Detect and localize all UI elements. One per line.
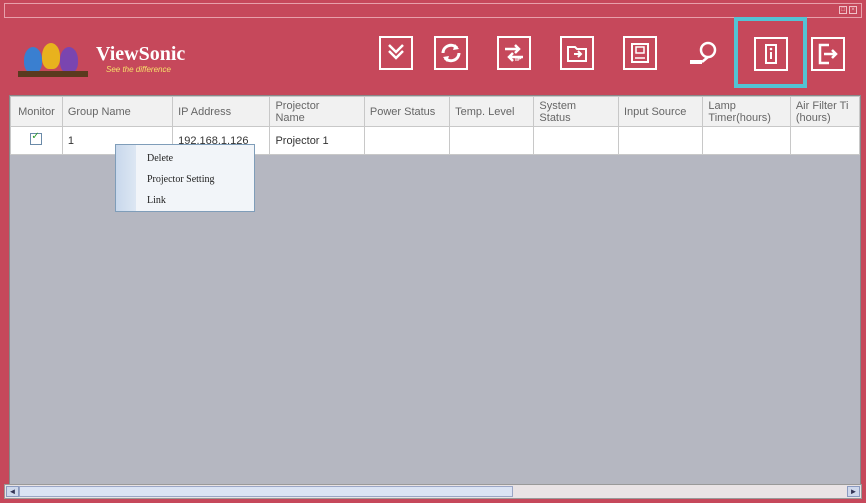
temp-level-cell: [449, 126, 535, 155]
save-button[interactable]: [623, 36, 657, 70]
scroll-left-button[interactable]: ◄: [6, 486, 19, 497]
download-icon: [388, 44, 404, 60]
table-header-row: Monitor Group Name IP Address Projector …: [10, 96, 860, 127]
horizontal-scrollbar[interactable]: ◄ ►: [4, 484, 862, 499]
col-system-status[interactable]: System Status: [533, 96, 619, 127]
system-status-cell: [533, 126, 619, 155]
menu-item-projector-setting[interactable]: Projector Setting: [147, 174, 215, 185]
menu-item-delete[interactable]: Delete: [147, 153, 173, 164]
col-power-status[interactable]: Power Status: [363, 96, 451, 127]
ip-change-button[interactable]: IP: [497, 36, 531, 70]
input-source-cell: [617, 126, 704, 155]
lamp-timer-cell: [702, 126, 791, 155]
context-menu: Delete Projector Setting Link: [115, 144, 255, 212]
exit-icon: [818, 43, 838, 65]
col-air-filter-timer[interactable]: Air Filter Ti (hours): [789, 96, 860, 127]
scroll-right-button[interactable]: ►: [847, 486, 860, 497]
refresh-button[interactable]: [434, 36, 468, 70]
col-monitor[interactable]: Monitor: [10, 96, 63, 127]
app-window: □ × ViewSonic See the difference IP Moni…: [0, 0, 866, 503]
monitor-cell[interactable]: [10, 126, 63, 155]
col-projector-name[interactable]: Projector Name: [269, 96, 365, 127]
svg-text:IP: IP: [515, 56, 522, 63]
import-icon: [567, 46, 587, 62]
info-button-highlight: [734, 17, 807, 88]
col-temp-level[interactable]: Temp. Level: [449, 96, 535, 127]
menu-item-link[interactable]: Link: [147, 195, 166, 206]
scroll-thumb[interactable]: [19, 486, 513, 497]
monitor-checkbox[interactable]: [30, 131, 43, 145]
tool-icon: [690, 41, 717, 64]
air-filter-timer-cell: [789, 126, 860, 155]
tool-button[interactable]: [686, 38, 720, 72]
power-status-cell: [363, 126, 451, 155]
save-icon: [631, 43, 649, 63]
col-input-source[interactable]: Input Source: [617, 96, 704, 127]
exit-button[interactable]: [811, 37, 845, 71]
col-group-name[interactable]: Group Name: [61, 96, 174, 127]
download-button[interactable]: [379, 36, 413, 70]
col-lamp-timer[interactable]: Lamp Timer(hours): [702, 96, 791, 127]
refresh-icon: [441, 43, 461, 63]
col-ip-address[interactable]: IP Address: [172, 96, 271, 127]
ip-change-icon: IP: [505, 44, 523, 63]
projector-name-cell[interactable]: Projector 1: [269, 126, 365, 155]
import-button[interactable]: [560, 36, 594, 70]
